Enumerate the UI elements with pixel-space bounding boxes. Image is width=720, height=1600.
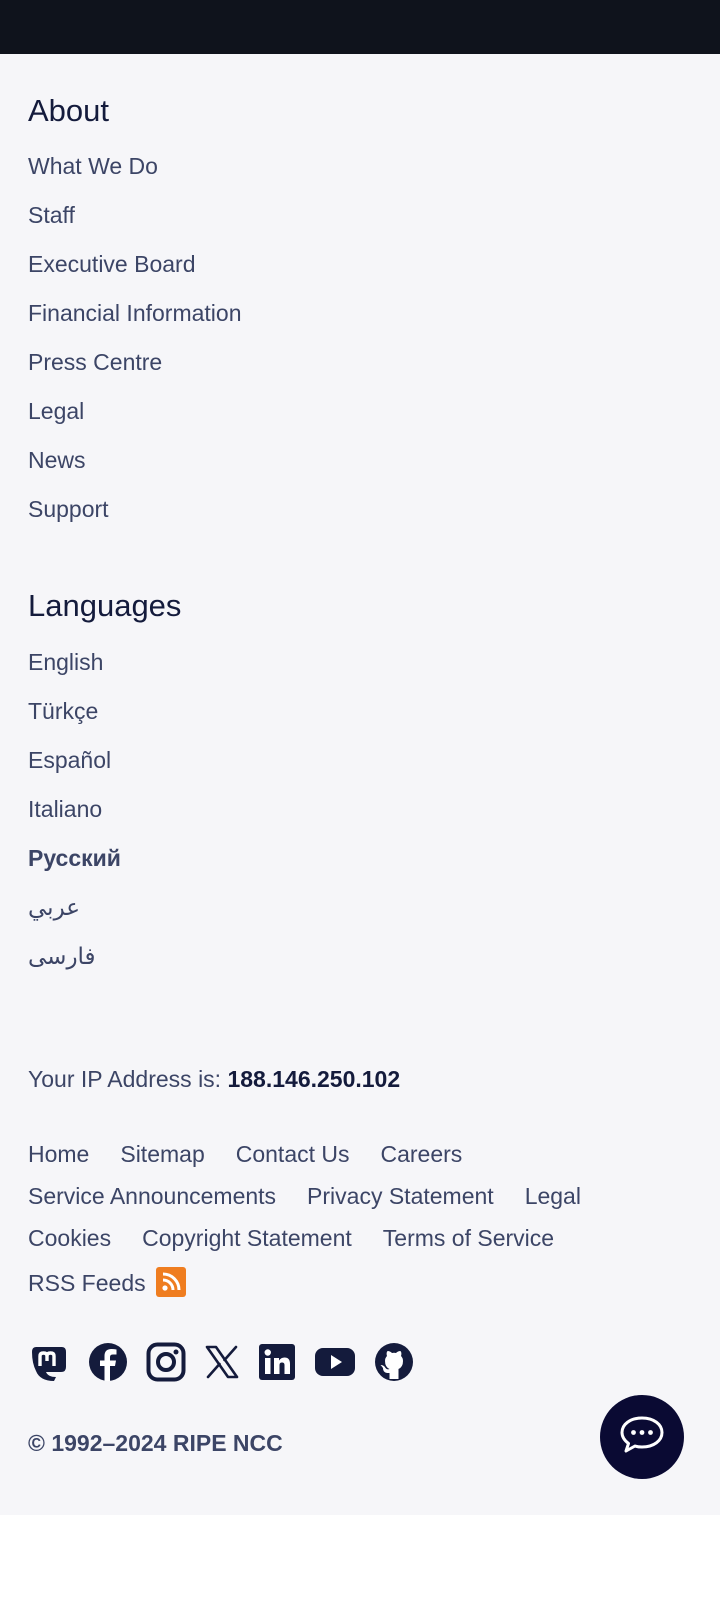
footer-link-rss-feeds[interactable]: RSS Feeds	[28, 1270, 146, 1296]
footer-link-legal[interactable]: Legal	[525, 1183, 581, 1209]
linkedin-icon[interactable]	[258, 1343, 296, 1381]
footer-link-careers[interactable]: Careers	[381, 1141, 463, 1167]
footer-link-cookies[interactable]: Cookies	[28, 1225, 111, 1251]
top-bar	[0, 0, 720, 54]
about-link-legal[interactable]: Legal	[28, 400, 242, 449]
about-link-financial-information[interactable]: Financial Information	[28, 302, 242, 351]
footer-link-privacy-statement[interactable]: Privacy Statement	[307, 1183, 494, 1209]
instagram-icon[interactable]	[146, 1342, 186, 1382]
languages-heading: Languages	[28, 588, 182, 623]
about-link-press-centre[interactable]: Press Centre	[28, 351, 242, 400]
about-link-staff[interactable]: Staff	[28, 204, 242, 253]
language-link-persian[interactable]: فارسی	[28, 945, 121, 994]
x-icon[interactable]	[204, 1344, 240, 1380]
language-links: English Türkçe Español Italiano Русский …	[28, 651, 121, 994]
youtube-icon[interactable]	[314, 1347, 356, 1377]
facebook-icon[interactable]	[88, 1342, 128, 1382]
language-link-turkish[interactable]: Türkçe	[28, 700, 121, 749]
about-links: What We Do Staff Executive Board Financi…	[28, 155, 242, 547]
ip-label: Your IP Address is:	[28, 1066, 222, 1092]
language-link-arabic[interactable]: عربي	[28, 896, 121, 945]
chat-button[interactable]	[600, 1395, 684, 1479]
footer-link-copyright-statement[interactable]: Copyright Statement	[142, 1225, 352, 1251]
language-link-english[interactable]: English	[28, 651, 121, 700]
chat-icon	[618, 1414, 666, 1461]
rss-icon[interactable]	[155, 1267, 186, 1297]
mastodon-icon[interactable]	[28, 1341, 70, 1383]
copyright-text: © 1992–2024 RIPE NCC	[28, 1430, 283, 1456]
footer-link-contact-us[interactable]: Contact Us	[236, 1141, 350, 1167]
footer-link-sitemap[interactable]: Sitemap	[120, 1141, 204, 1167]
language-link-spanish[interactable]: Español	[28, 749, 121, 798]
about-heading: About	[28, 93, 110, 128]
language-link-russian[interactable]: Русский	[28, 847, 121, 896]
footer-link-terms-of-service[interactable]: Terms of Service	[383, 1225, 554, 1251]
about-link-news[interactable]: News	[28, 449, 242, 498]
footer-link-home[interactable]: Home	[28, 1141, 89, 1167]
github-icon[interactable]	[374, 1342, 414, 1382]
about-link-what-we-do[interactable]: What We Do	[28, 155, 242, 204]
footer-link-service-announcements[interactable]: Service Announcements	[28, 1183, 276, 1209]
footer-bottom-links: Home Sitemap Contact Us Careers Service Ann…	[28, 1141, 708, 1309]
social-links	[28, 1341, 432, 1383]
about-link-executive-board[interactable]: Executive Board	[28, 253, 242, 302]
language-link-italian[interactable]: Italiano	[28, 798, 121, 847]
about-link-support[interactable]: Support	[28, 498, 242, 547]
ip-address-line: Your IP Address is: 188.146.250.102	[28, 1066, 400, 1093]
ip-value: 188.146.250.102	[227, 1066, 401, 1092]
